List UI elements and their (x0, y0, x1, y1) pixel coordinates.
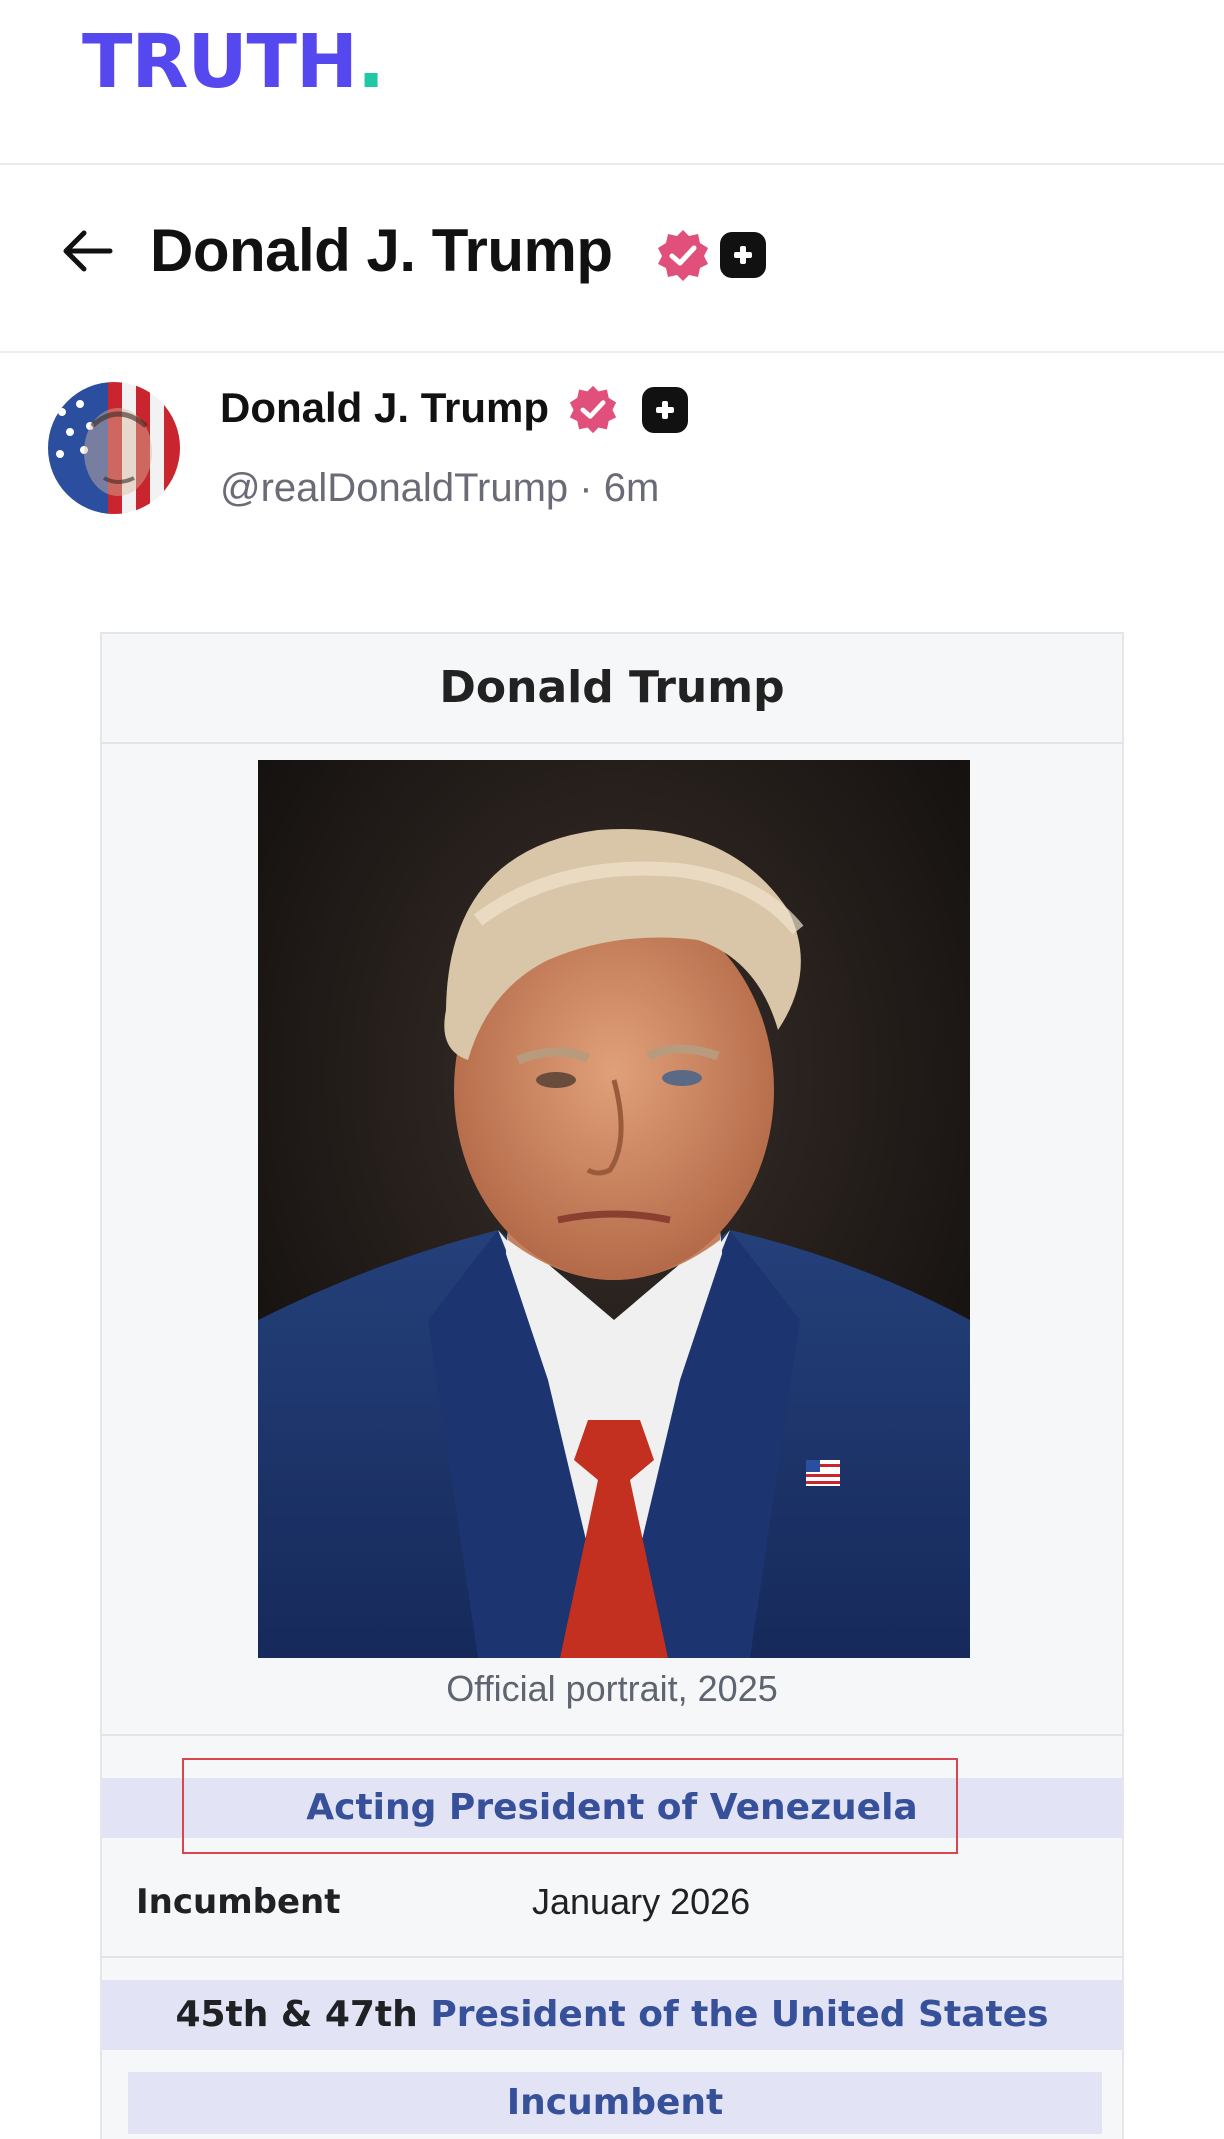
incumbent-label: Incumbent (136, 1882, 341, 1922)
red-highlight-box (182, 1758, 958, 1854)
status-incumbent[interactable]: Incumbent (128, 2072, 1102, 2134)
logo-text: TRUTH (82, 19, 358, 105)
divider (102, 1734, 1122, 1736)
back-arrow-icon[interactable] (58, 226, 116, 276)
incumbent-date: January 2026 (532, 1881, 751, 1922)
office-title-us[interactable]: President of the United States (430, 1994, 1048, 2035)
separator-dot: · (579, 466, 593, 510)
image-caption: Official portrait, 2025 (446, 1668, 778, 1709)
logo-dot: . (356, 19, 385, 105)
divider (102, 1956, 1122, 1958)
status-band: Incumbent (128, 2072, 1102, 2134)
plus-badge-icon (720, 232, 766, 278)
divider (102, 742, 1122, 744)
office-band-us: 45th & 47th President of the United Stat… (102, 1980, 1122, 2050)
truth-logo[interactable]: TRUTH. (82, 19, 385, 105)
office-title-us-line: 45th & 47th President of the United Stat… (102, 1980, 1122, 2050)
plus-badge-icon (642, 387, 688, 433)
post-time[interactable]: 6m (604, 466, 660, 510)
avatar[interactable] (48, 382, 180, 514)
verified-badge-icon (569, 385, 617, 434)
official-portrait-image (258, 760, 970, 1658)
office-ordinal: 45th & 47th (175, 1994, 418, 2035)
header-profile-name: Donald J. Trump (150, 217, 613, 284)
top-bar: TRUTH. (0, 0, 1224, 165)
post-author-name[interactable]: Donald J. Trump (220, 382, 549, 434)
post-image-infobox[interactable]: Donald Trump Official portrait, 2025 Act… (100, 632, 1124, 2139)
post-handle-line: @realDonaldTrump · 6m (220, 462, 659, 514)
verified-badge-icon (658, 230, 708, 281)
infobox-title: Donald Trump (439, 662, 785, 713)
handle[interactable]: @realDonaldTrump (220, 466, 568, 510)
